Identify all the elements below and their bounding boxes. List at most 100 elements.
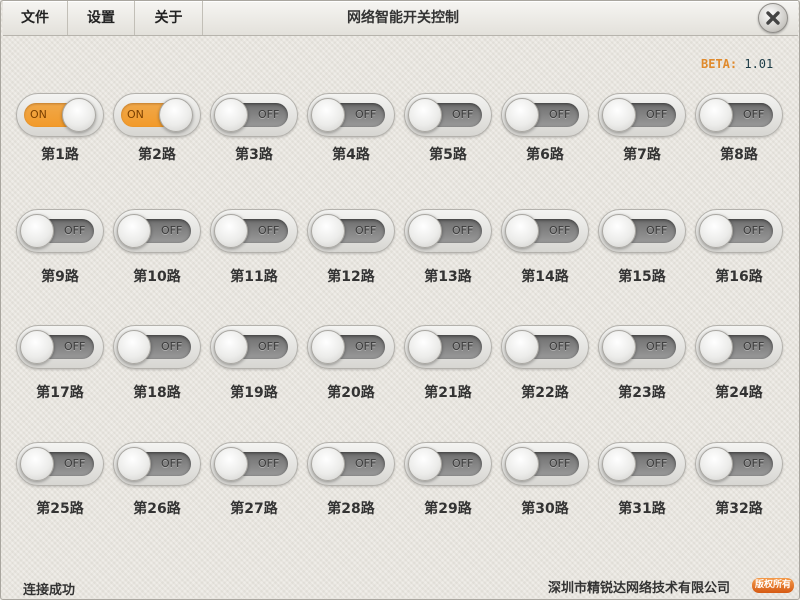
switch-knob[interactable] — [408, 330, 442, 364]
switch-knob[interactable] — [62, 98, 96, 132]
channel-switch-16[interactable]: OFF — [695, 209, 783, 253]
switch-knob[interactable] — [117, 214, 151, 248]
channel-switch-5[interactable]: OFF — [404, 93, 492, 137]
switch-state-text: OFF — [452, 457, 474, 470]
channel-switch-29[interactable]: OFF — [404, 442, 492, 486]
channel-label-7: 第7路 — [623, 147, 661, 163]
switch-knob[interactable] — [505, 447, 539, 481]
switch-knob[interactable] — [408, 214, 442, 248]
menu-file[interactable]: 文件 — [3, 1, 68, 35]
switch-knob[interactable] — [20, 330, 54, 364]
channel-label-24: 第24路 — [715, 385, 763, 401]
switch-knob[interactable] — [505, 214, 539, 248]
channel-switch-13[interactable]: OFF — [404, 209, 492, 253]
channel-label-14: 第14路 — [521, 269, 569, 285]
switch-knob[interactable] — [214, 330, 248, 364]
switch-knob[interactable] — [602, 447, 636, 481]
switch-knob[interactable] — [214, 214, 248, 248]
switch-knob[interactable] — [20, 447, 54, 481]
close-button[interactable] — [758, 3, 788, 33]
switch-knob[interactable] — [505, 330, 539, 364]
switch-knob[interactable] — [408, 447, 442, 481]
switch-knob[interactable] — [505, 98, 539, 132]
switch-knob[interactable] — [699, 330, 733, 364]
switch-state-text: OFF — [646, 340, 668, 353]
channel-switch-22[interactable]: OFF — [501, 325, 589, 369]
channel-switch-28[interactable]: OFF — [307, 442, 395, 486]
switch-knob[interactable] — [311, 98, 345, 132]
channel-switch-15[interactable]: OFF — [598, 209, 686, 253]
company-name: 深圳市精锐达网络技术有限公司 — [548, 581, 731, 596]
switch-state-text: ON — [127, 108, 144, 121]
channel-label-12: 第12路 — [327, 269, 375, 285]
switch-knob[interactable] — [408, 98, 442, 132]
channel-label-4: 第4路 — [332, 147, 370, 163]
switch-state-text: ON — [30, 108, 47, 121]
channel-switch-4[interactable]: OFF — [307, 93, 395, 137]
channel-label-3: 第3路 — [235, 147, 273, 163]
channel-switch-1[interactable]: ON — [16, 93, 104, 137]
channel-label-8: 第8路 — [720, 147, 758, 163]
switch-knob[interactable] — [311, 214, 345, 248]
switch-knob[interactable] — [20, 214, 54, 248]
switch-knob[interactable] — [117, 330, 151, 364]
switch-knob[interactable] — [699, 98, 733, 132]
switch-state-text: OFF — [64, 340, 86, 353]
switch-knob[interactable] — [699, 447, 733, 481]
switch-knob[interactable] — [602, 98, 636, 132]
channel-label-20: 第20路 — [327, 385, 375, 401]
channel-switch-10[interactable]: OFF — [113, 209, 201, 253]
channel-switch-7[interactable]: OFF — [598, 93, 686, 137]
channel-label-30: 第30路 — [521, 501, 569, 517]
window-title: 网络智能开关控制 — [347, 10, 459, 26]
channel-switch-27[interactable]: OFF — [210, 442, 298, 486]
switch-state-text: OFF — [452, 108, 474, 121]
menu-bar: 文件 设置 关于 网络智能开关控制 — [3, 1, 798, 36]
channel-switch-14[interactable]: OFF — [501, 209, 589, 253]
channel-switch-3[interactable]: OFF — [210, 93, 298, 137]
menu-about[interactable]: 关于 — [135, 1, 203, 35]
switch-state-text: OFF — [161, 457, 183, 470]
channel-switch-8[interactable]: OFF — [695, 93, 783, 137]
channel-label-1: 第1路 — [41, 147, 79, 163]
channel-switch-31[interactable]: OFF — [598, 442, 686, 486]
channel-switch-11[interactable]: OFF — [210, 209, 298, 253]
switch-knob[interactable] — [602, 330, 636, 364]
channel-switch-32[interactable]: OFF — [695, 442, 783, 486]
channel-switch-9[interactable]: OFF — [16, 209, 104, 253]
channel-switch-25[interactable]: OFF — [16, 442, 104, 486]
channel-label-9: 第9路 — [41, 269, 79, 285]
channel-switch-30[interactable]: OFF — [501, 442, 589, 486]
channel-switch-24[interactable]: OFF — [695, 325, 783, 369]
channel-switch-6[interactable]: OFF — [501, 93, 589, 137]
channel-switch-26[interactable]: OFF — [113, 442, 201, 486]
channel-label-13: 第13路 — [424, 269, 472, 285]
channel-label-31: 第31路 — [618, 501, 666, 517]
switch-knob[interactable] — [214, 447, 248, 481]
channel-switch-23[interactable]: OFF — [598, 325, 686, 369]
channel-switch-18[interactable]: OFF — [113, 325, 201, 369]
channel-label-17: 第17路 — [36, 385, 84, 401]
switch-knob[interactable] — [699, 214, 733, 248]
switch-knob[interactable] — [311, 330, 345, 364]
channel-label-10: 第10路 — [133, 269, 181, 285]
menu-settings[interactable]: 设置 — [68, 1, 135, 35]
switch-knob[interactable] — [214, 98, 248, 132]
channel-switch-12[interactable]: OFF — [307, 209, 395, 253]
switch-state-text: OFF — [452, 224, 474, 237]
channel-label-28: 第28路 — [327, 501, 375, 517]
channel-switch-19[interactable]: OFF — [210, 325, 298, 369]
channel-label-6: 第6路 — [526, 147, 564, 163]
switch-state-text: OFF — [646, 108, 668, 121]
channel-switch-17[interactable]: OFF — [16, 325, 104, 369]
switch-knob[interactable] — [602, 214, 636, 248]
switch-state-text: OFF — [743, 108, 765, 121]
channel-switch-20[interactable]: OFF — [307, 325, 395, 369]
channel-label-23: 第23路 — [618, 385, 666, 401]
switch-knob[interactable] — [159, 98, 193, 132]
switch-knob[interactable] — [311, 447, 345, 481]
channel-switch-2[interactable]: ON — [113, 93, 201, 137]
switch-state-text: OFF — [646, 457, 668, 470]
switch-knob[interactable] — [117, 447, 151, 481]
channel-switch-21[interactable]: OFF — [404, 325, 492, 369]
